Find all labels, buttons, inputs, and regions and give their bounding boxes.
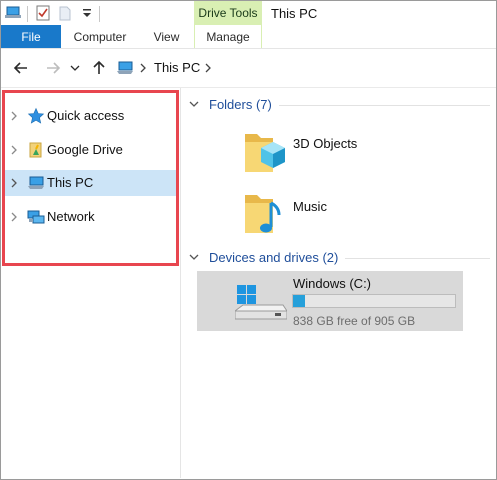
ribbon-tabs: File Computer View Manage	[1, 25, 496, 49]
drive-tools-label: Drive Tools	[198, 6, 258, 20]
drive-free-space: 838 GB free of 905 GB	[293, 314, 416, 328]
collapse-chevron-icon[interactable]	[189, 252, 199, 262]
recent-locations-chevron-icon[interactable]	[69, 58, 81, 78]
customize-qat-icon[interactable]	[79, 4, 95, 22]
tab-view[interactable]: View	[139, 25, 194, 48]
expand-chevron-icon[interactable]	[9, 110, 19, 122]
new-folder-icon[interactable]	[57, 4, 73, 22]
folder-3d-objects[interactable]: 3D Objects	[243, 124, 393, 178]
drive-windows-c[interactable]: Windows (C:) 838 GB free of 905 GB	[197, 271, 463, 331]
tab-file[interactable]: File	[1, 25, 61, 48]
nav-item-label: Network	[47, 209, 95, 224]
nav-item-network[interactable]: Network	[5, 204, 177, 230]
computer-icon	[28, 176, 44, 189]
nav-item-quick-access[interactable]: Quick access	[5, 103, 177, 129]
devices-group-header[interactable]: Devices and drives (2)	[185, 248, 490, 268]
drive-usage-bar	[292, 294, 456, 308]
windows-drive-icon	[235, 285, 287, 320]
forward-arrow-icon[interactable]	[43, 58, 63, 78]
nav-item-label: This PC	[47, 175, 94, 190]
nav-item-this-pc[interactable]: This PC	[5, 170, 177, 196]
expand-chevron-icon[interactable]	[9, 144, 19, 156]
nav-item-label: Google Drive	[47, 142, 123, 157]
group-divider	[279, 105, 490, 106]
collapse-chevron-icon[interactable]	[189, 99, 199, 109]
folder-label: 3D Objects	[293, 136, 358, 151]
up-arrow-icon[interactable]	[89, 58, 109, 78]
expand-chevron-icon[interactable]	[9, 211, 19, 223]
navigation-pane: Quick access Google Drive This PC Networ…	[1, 88, 181, 478]
folders-group-header[interactable]: Folders (7)	[185, 95, 490, 115]
qat-separator	[99, 6, 100, 22]
tab-computer[interactable]: Computer	[61, 25, 139, 48]
properties-icon[interactable]	[35, 4, 51, 22]
this-pc-app-icon[interactable]	[5, 4, 21, 22]
network-icon	[27, 210, 45, 224]
tab-manage[interactable]: Manage	[194, 25, 262, 48]
address-bar[interactable]: This PC	[113, 58, 496, 78]
qat-separator	[27, 6, 28, 22]
drive-tools-contextual-header: Drive Tools	[194, 1, 262, 25]
folder-label: Music	[293, 199, 327, 214]
music-folder-icon	[245, 195, 281, 233]
breadcrumb-this-pc[interactable]: This PC	[154, 60, 200, 75]
expand-chevron-icon[interactable]	[9, 177, 19, 189]
google-drive-icon	[29, 142, 42, 158]
devices-group-title: Devices and drives (2)	[209, 250, 339, 265]
star-icon	[27, 107, 45, 124]
navigation-bar: This PC	[1, 49, 496, 88]
folders-group-title: Folders (7)	[209, 97, 272, 112]
window-title: This PC	[271, 6, 318, 21]
3d-objects-folder-icon	[245, 134, 285, 172]
breadcrumb-chevron-icon[interactable]	[203, 62, 213, 74]
drive-name: Windows (C:)	[293, 276, 372, 291]
group-divider	[345, 258, 490, 259]
drive-usage-fill	[293, 295, 305, 307]
computer-icon	[117, 61, 133, 74]
title-bar: Drive Tools This PC	[1, 1, 496, 25]
folder-music[interactable]: Music	[243, 187, 393, 241]
nav-item-label: Quick access	[47, 108, 125, 123]
breadcrumb-chevron-icon[interactable]	[138, 62, 148, 74]
back-arrow-icon[interactable]	[11, 58, 31, 78]
nav-item-google-drive[interactable]: Google Drive	[5, 137, 177, 163]
content-pane: Folders (7) 3D Objects Music Devices and…	[181, 88, 496, 478]
